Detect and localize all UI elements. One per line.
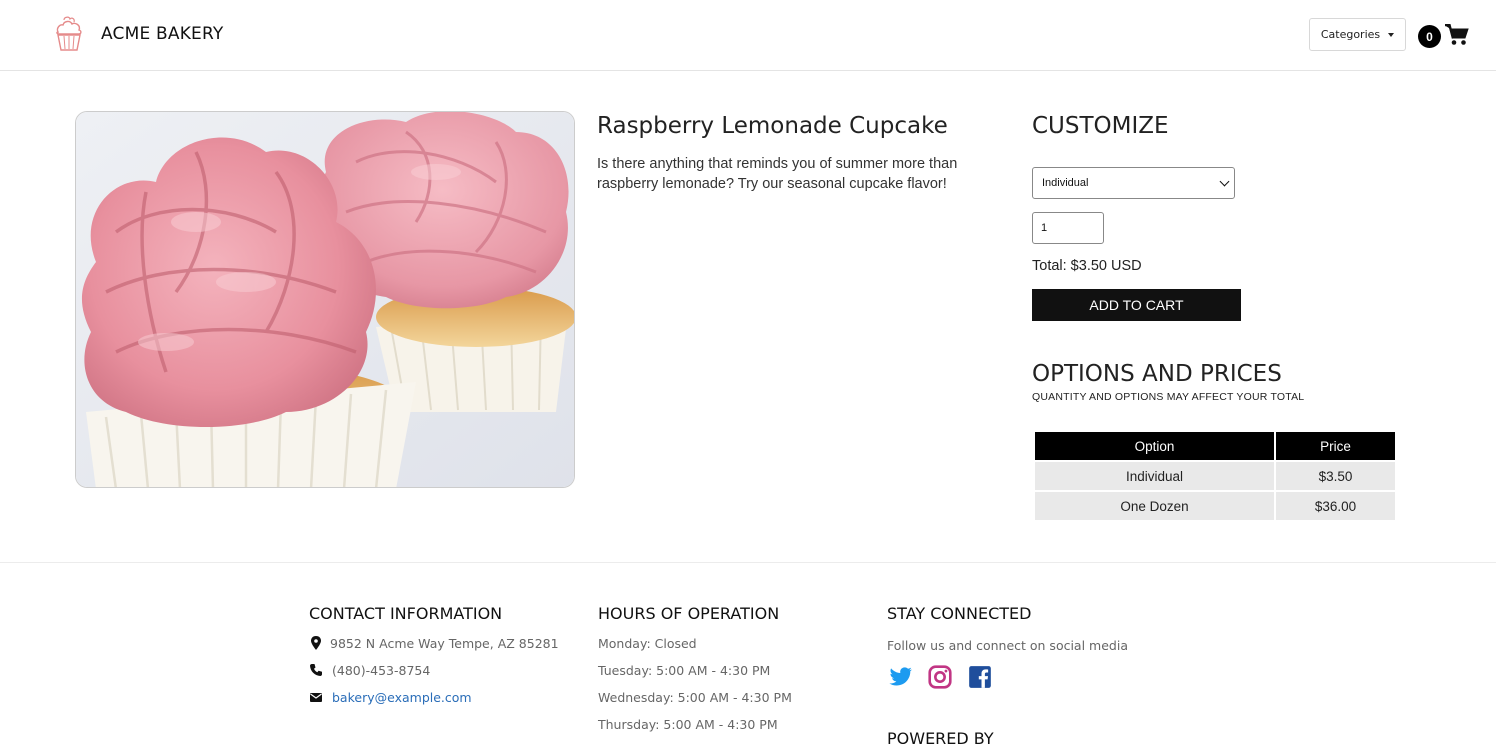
- categories-label: Categories: [1320, 28, 1381, 41]
- option-select[interactable]: Individual: [1032, 167, 1235, 199]
- shopping-cart-icon[interactable]: [1445, 24, 1469, 46]
- contact-heading: CONTACT INFORMATION: [309, 604, 503, 623]
- option-cell: One Dozen: [1035, 492, 1274, 520]
- map-marker-icon: [311, 636, 321, 650]
- site-header: ACME BAKERY Categories 0: [0, 0, 1496, 71]
- column-header-price: Price: [1276, 432, 1395, 460]
- options-heading: OPTIONS AND PRICES: [1032, 361, 1282, 387]
- hours-monday: Monday: Closed: [598, 636, 697, 651]
- powered-by-heading: POWERED BY: [887, 729, 994, 748]
- total-price: Total: $3.50 USD: [1032, 258, 1142, 274]
- options-subtitle: QUANTITY AND OPTIONS MAY AFFECT YOUR TOT…: [1032, 391, 1305, 403]
- contact-address: 9852 N Acme Way Tempe, AZ 85281: [330, 636, 559, 651]
- brand-name[interactable]: ACME BAKERY: [101, 24, 224, 44]
- contact-phone[interactable]: (480)-453-8754: [332, 663, 430, 678]
- hours-heading: HOURS OF OPERATION: [598, 604, 780, 623]
- social-heading: STAY CONNECTED: [887, 604, 1032, 623]
- caret-down-icon: [1388, 32, 1395, 37]
- chevron-down-icon: [1219, 176, 1230, 186]
- product-description: Is there anything that reminds you of su…: [597, 156, 958, 192]
- twitter-icon[interactable]: [887, 664, 913, 690]
- quantity-input[interactable]: [1032, 212, 1104, 244]
- facebook-icon[interactable]: [967, 664, 993, 690]
- option-cell: Individual: [1035, 462, 1274, 490]
- add-to-cart-button[interactable]: ADD TO CART: [1032, 289, 1241, 321]
- social-text: Follow us and connect on social media: [887, 638, 1128, 653]
- cart-count-badge: 0: [1418, 25, 1441, 48]
- table-row: Individual $3.50: [1035, 462, 1395, 490]
- cupcake-logo-icon[interactable]: [55, 16, 83, 52]
- table-header-row: Option Price: [1035, 432, 1395, 460]
- price-cell: $3.50: [1276, 462, 1395, 490]
- column-header-option: Option: [1035, 432, 1274, 460]
- categories-dropdown-button[interactable]: Categories: [1309, 18, 1406, 51]
- footer-divider: [0, 562, 1496, 563]
- hours-thursday: Thursday: 5:00 AM - 4:30 PM: [598, 717, 778, 732]
- product-image: [75, 111, 575, 488]
- table-row: One Dozen $36.00: [1035, 492, 1395, 520]
- phone-icon: [310, 664, 322, 676]
- price-table: Option Price Individual $3.50 One Dozen …: [1033, 430, 1397, 522]
- option-select-value: Individual: [1042, 177, 1089, 189]
- contact-email-link[interactable]: bakery@example.com: [332, 690, 472, 705]
- envelope-icon: [310, 693, 322, 702]
- instagram-icon[interactable]: [927, 664, 953, 690]
- product-title: Raspberry Lemonade Cupcake: [597, 113, 948, 139]
- hours-tuesday: Tuesday: 5:00 AM - 4:30 PM: [598, 663, 771, 678]
- customize-heading: CUSTOMIZE: [1032, 113, 1169, 139]
- price-cell: $36.00: [1276, 492, 1395, 520]
- hours-wednesday: Wednesday: 5:00 AM - 4:30 PM: [598, 690, 792, 705]
